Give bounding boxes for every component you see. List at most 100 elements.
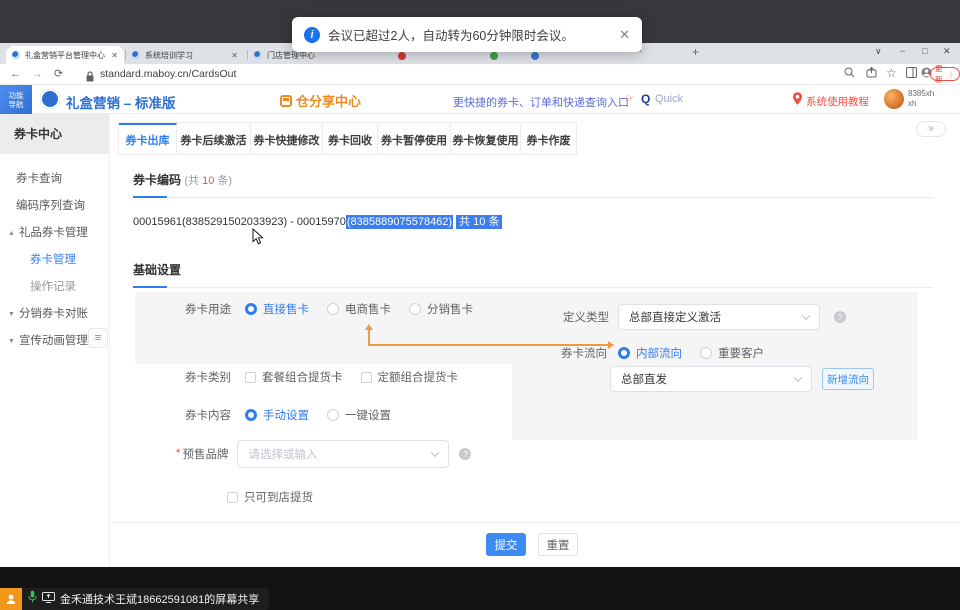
browser-tab-gift-admin[interactable]: 礼盒营销平台管理中心 ✕ [6,46,124,64]
reload-icon[interactable]: ⟳ [54,67,63,81]
radio-direct-sale-label[interactable]: 直接售卡 [263,301,309,317]
microphone-icon [28,590,37,608]
radio-ecommerce-sale-label[interactable]: 电商售卡 [345,301,391,317]
user-avatar[interactable] [884,89,904,109]
new-tab-button[interactable]: + [692,45,699,59]
checkbox-store-pickup-only-label[interactable]: 只可到店提货 [244,489,313,505]
app-title: 礼盒营销 – 标准版 [66,92,176,112]
caret-up-icon: ▲ [8,230,15,237]
tab-card-suspend[interactable]: 券卡暂停使用 [378,123,451,154]
sidebar-item-label: 券卡管理 [30,254,76,266]
side-panel-icon[interactable] [906,67,917,82]
tab-card-outbound[interactable]: 券卡出库 [119,123,177,154]
radio-ecommerce-sale[interactable] [327,303,339,315]
tab-card-void[interactable]: 券卡作废 [521,123,576,154]
checkbox-package-combo[interactable] [245,372,256,383]
sidebar-item-label: 编码序列查询 [16,200,85,212]
sidebar-item-card-query[interactable]: 券卡查询 [0,166,109,193]
radio-distribution-sale[interactable] [409,303,421,315]
user-name-line2: xh [908,99,916,108]
sharer-avatar-icon[interactable] [0,588,22,610]
card-category-row: 券卡类别 套餐组合提货卡 定额组合提货卡 [185,366,458,388]
sidebar-item-code-sequence-query[interactable]: 编码序列查询 [0,193,109,220]
help-icon[interactable]: ? [834,311,846,323]
checkbox-fixed-combo-label[interactable]: 定额组合提货卡 [378,369,459,385]
main-content: » 券卡出库 券卡后续激活 券卡快捷修改 券卡回收 券卡暂停使用 券卡恢复使用 … [110,114,960,567]
tab-card-followup-activation[interactable]: 券卡后续激活 [177,123,251,154]
address-bar[interactable]: standard.maboy.cn/CardsOut [100,68,236,80]
radio-direct-sale[interactable] [245,303,257,315]
reset-button[interactable]: 重置 [538,533,578,556]
code-count-badge: 共 10 条 [456,215,502,229]
sidebar-item-label: 券卡查询 [16,173,62,185]
share-center-link[interactable]: 仓分享中心 [280,91,361,110]
tab-card-recycle[interactable]: 券卡回收 [323,123,378,154]
define-type-select[interactable]: 总部直接定义激活 [618,304,820,330]
tab-card-quick-edit[interactable]: 券卡快捷修改 [251,123,323,154]
hidden-tab-favicon-green[interactable] [490,52,498,60]
quick-entry-text: 更快捷的券卡、订单和快递查询入口 [453,94,629,110]
site-favicon [12,51,20,59]
browser-tab-training[interactable]: 系统培训学习 ✕ [126,46,244,64]
hidden-tab-favicon-blue[interactable] [531,52,539,60]
chrome-update-button[interactable]: 更新 ⋮ [930,67,960,81]
nav-label-line2: 导航 [9,100,24,109]
tutorial-link[interactable]: 系统使用教程 [806,94,869,109]
window-maximize-button[interactable]: □ [922,46,927,56]
sidebar-item-card-management[interactable]: 券卡管理 [0,247,109,274]
tab-close-icon[interactable]: ✕ [105,51,118,60]
radio-manual-setup-label[interactable]: 手动设置 [263,407,309,423]
app-header: 功能 导航 礼盒营销 – 标准版 仓分享中心 更快捷的券卡、订单和快递查询入口 … [0,85,960,114]
zoom-icon[interactable] [844,67,855,82]
expand-panel-button[interactable]: » [916,121,946,137]
tab-close-icon[interactable]: ✕ [225,51,238,60]
tab-card-restore[interactable]: 券卡恢复使用 [451,123,521,154]
radio-manual-setup[interactable] [245,409,257,421]
radio-distribution-sale-label[interactable]: 分销售卡 [427,301,473,317]
sidebar-item-gift-card-management[interactable]: ▲礼品券卡管理 [0,220,109,247]
notification-text: 会议已超过2人，自动转为60分钟限时会议。 [328,25,574,44]
radio-important-customer[interactable] [700,347,712,359]
presale-brand-select[interactable]: 请选择或输入 [237,440,449,468]
info-icon: i [304,27,320,43]
notification-close-icon[interactable]: ✕ [619,27,630,43]
user-name-line1: 8385xh [908,89,934,98]
radio-one-click-setup-label[interactable]: 一键设置 [345,407,391,423]
back-icon[interactable]: ← [10,67,21,81]
more-icon: ⋮ [948,70,956,79]
checkbox-package-combo-label[interactable]: 套餐组合提货卡 [262,369,343,385]
flow-select[interactable]: 总部直发 [610,366,812,392]
add-flow-button[interactable]: 新增流向 [822,368,874,390]
hidden-tab-favicon-red[interactable] [398,52,406,60]
window-menu-icon[interactable]: ∨ [875,46,882,57]
presale-brand-placeholder: 请选择或输入 [248,446,317,462]
window-close-button[interactable]: ✕ [943,46,951,57]
settings-section-title: 基础设置 [133,261,181,278]
radio-internal-flow-label[interactable]: 内部流向 [636,345,682,361]
radio-important-customer-label[interactable]: 重要客户 [718,345,764,361]
sidebar-item-operation-log[interactable]: 操作记录 [0,274,109,301]
count-prefix: (共 [184,175,202,187]
checkbox-fixed-combo[interactable] [361,372,372,383]
bookmark-star-icon[interactable]: ☆ [886,66,897,80]
browser-tab-label: 系统培训学习 [145,50,193,61]
checkbox-store-pickup-only[interactable] [227,492,238,503]
quick-label[interactable]: Quick [655,93,683,105]
share-icon[interactable] [866,67,877,82]
forward-icon[interactable]: → [32,67,43,81]
function-nav-button[interactable]: 功能 导航 [0,85,32,114]
window-minimize-button[interactable]: − [900,46,905,56]
quick-search-icon[interactable]: Q [641,92,650,106]
sidebar-item-distribution-reconciliation[interactable]: ▼分销券卡对账 [0,301,109,328]
help-icon[interactable]: ? [459,448,471,460]
sidebar-collapse-button[interactable]: ≡ [88,328,108,348]
flow-value: 总部直发 [621,371,667,387]
define-type-value: 总部直接定义激活 [629,309,721,325]
radio-internal-flow[interactable] [618,347,630,359]
card-code-range[interactable]: 00015961(8385291502033923) - 00015970(83… [133,213,502,229]
radio-one-click-setup[interactable] [327,409,339,421]
user-name: 8385xh xh [908,89,934,109]
submit-button[interactable]: 提交 [486,533,526,556]
screen-share-text: 金禾通技术王斌18662591081的屏幕共享 [60,591,259,607]
update-label: 更新 [935,63,946,85]
